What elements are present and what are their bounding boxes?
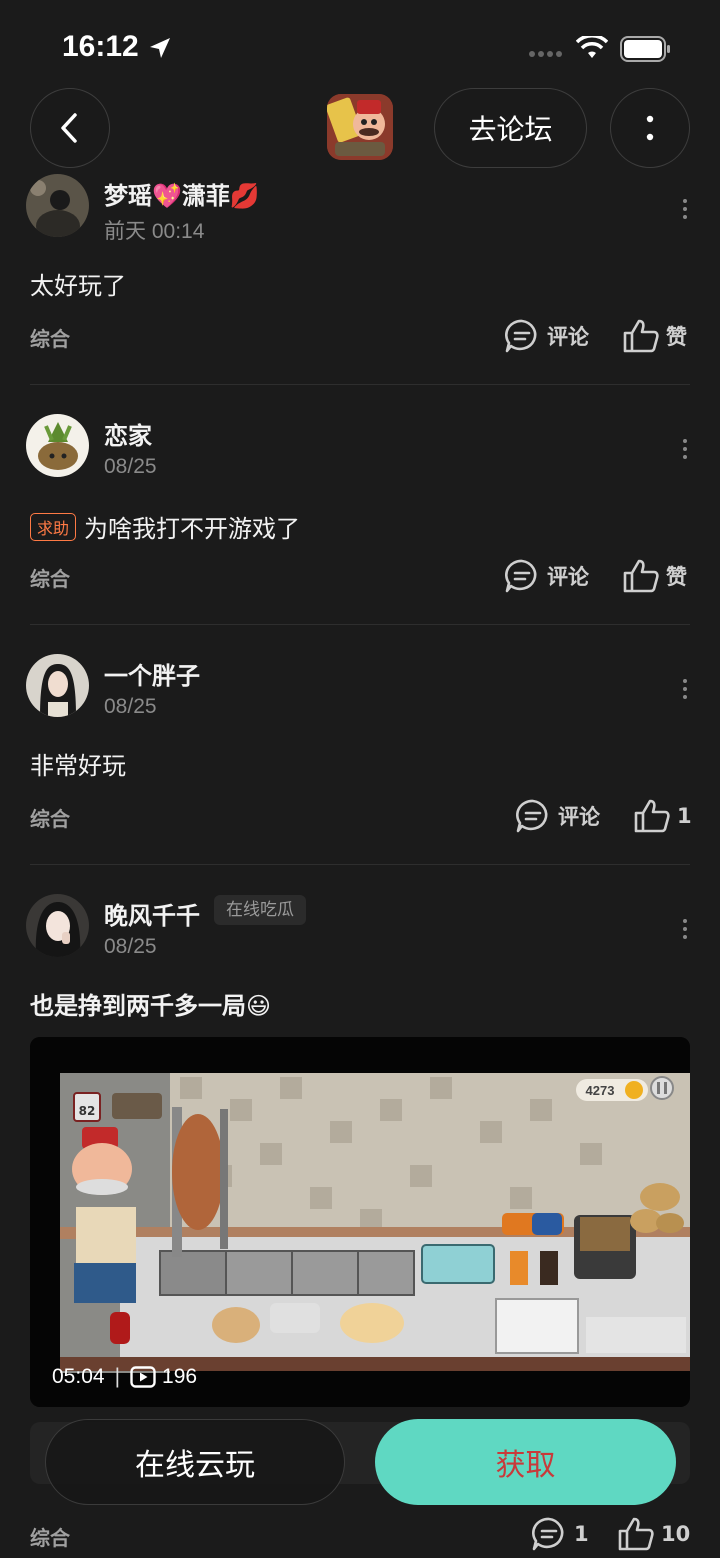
comment-icon bbox=[516, 799, 548, 833]
gameplay-thumbnail: 82 4273 bbox=[30, 1037, 690, 1407]
battery-icon bbox=[620, 36, 670, 62]
comment-label: 评论 bbox=[547, 325, 589, 349]
post-content: 求助 为啥我打不开游戏了 bbox=[30, 509, 300, 544]
post-time: 08/25 bbox=[104, 935, 157, 958]
comment-label: 评论 bbox=[558, 805, 600, 829]
avatar[interactable] bbox=[26, 414, 89, 477]
thumbs-up-icon bbox=[634, 799, 670, 833]
username[interactable]: 一个胖子 bbox=[104, 656, 200, 691]
username[interactable]: 梦瑶💖潇菲💋 bbox=[104, 176, 260, 211]
status-time: 16:12 bbox=[62, 30, 139, 63]
post-content: 太好玩了 bbox=[30, 272, 126, 300]
username[interactable]: 晚风千千 bbox=[104, 896, 200, 931]
more-vertical-icon bbox=[646, 115, 654, 141]
cellular-signal-icon bbox=[529, 51, 562, 57]
help-tag: 求助 bbox=[30, 513, 77, 541]
chevron-left-icon bbox=[61, 113, 77, 143]
cloud-play-button[interactable]: 在线云玩 bbox=[45, 1419, 345, 1505]
thumbs-up-icon bbox=[623, 319, 659, 353]
divider bbox=[30, 864, 690, 865]
comment-button[interactable]: 评论 bbox=[503, 558, 589, 594]
post-menu-icon[interactable] bbox=[680, 437, 690, 461]
like-count: 1 bbox=[677, 804, 692, 828]
like-button[interactable]: 1 bbox=[633, 798, 692, 834]
comment-icon bbox=[505, 559, 537, 593]
comment-label: 评论 bbox=[547, 565, 589, 589]
post-category: 综合 bbox=[30, 1526, 70, 1550]
thumbs-up-icon bbox=[623, 559, 659, 593]
avatar[interactable] bbox=[26, 894, 89, 957]
comment-icon bbox=[532, 1517, 564, 1551]
post-menu-icon[interactable] bbox=[680, 197, 690, 221]
post-category: 综合 bbox=[30, 807, 70, 831]
post-category: 综合 bbox=[30, 567, 70, 591]
video-stats: 05:04 | 196 bbox=[52, 1365, 197, 1389]
like-button[interactable]: 赞 bbox=[622, 558, 687, 594]
back-button[interactable] bbox=[30, 88, 110, 168]
username[interactable]: 恋家 bbox=[104, 416, 152, 451]
post-time: 08/25 bbox=[104, 455, 157, 478]
divider bbox=[30, 384, 690, 385]
play-count: 196 bbox=[162, 1365, 198, 1388]
coin-count: 4273 bbox=[586, 1083, 615, 1098]
location-arrow-icon bbox=[150, 38, 170, 58]
play-count-icon bbox=[130, 1366, 156, 1388]
go-to-forum-button[interactable]: 去论坛 bbox=[434, 88, 587, 168]
post-menu-icon[interactable] bbox=[680, 677, 690, 701]
post-content: 非常好玩 bbox=[30, 752, 126, 780]
post-time: 08/25 bbox=[104, 695, 157, 718]
game-mascot-icon bbox=[327, 94, 393, 160]
like-button[interactable]: 10 bbox=[617, 1516, 690, 1552]
user-badge: 在线吃瓜 bbox=[214, 895, 306, 925]
comment-icon bbox=[505, 319, 537, 353]
post-time: 前天 00:14 bbox=[104, 220, 205, 243]
status-bar: 16:12 bbox=[0, 0, 720, 90]
day-counter: 82 bbox=[79, 1104, 96, 1118]
game-icon[interactable] bbox=[327, 94, 393, 160]
like-button[interactable]: 赞 bbox=[622, 318, 687, 354]
post-menu-icon[interactable] bbox=[680, 917, 690, 941]
like-count: 10 bbox=[661, 1522, 691, 1546]
like-label: 赞 bbox=[666, 565, 687, 589]
more-options-button[interactable] bbox=[610, 88, 690, 168]
post-content: 也是挣到两千多一局😃 bbox=[30, 992, 272, 1020]
wifi-icon bbox=[576, 36, 608, 58]
avatar[interactable] bbox=[26, 654, 89, 717]
avatar[interactable] bbox=[26, 174, 89, 237]
top-navigation: 去论坛 bbox=[0, 86, 720, 170]
like-label: 赞 bbox=[666, 325, 687, 349]
stats-separator: | bbox=[114, 1365, 121, 1388]
get-game-button[interactable]: 获取 bbox=[375, 1419, 676, 1505]
video-player[interactable]: 82 4273 05:04 | 196 bbox=[30, 1037, 690, 1407]
comment-button[interactable]: 评论 bbox=[503, 318, 589, 354]
post-text: 为啥我打不开游戏了 bbox=[84, 515, 301, 543]
comment-button[interactable]: 评论 bbox=[514, 798, 600, 834]
post-category: 综合 bbox=[30, 327, 70, 351]
comment-count: 1 bbox=[574, 1522, 589, 1546]
divider bbox=[30, 624, 690, 625]
thumbs-up-icon bbox=[618, 1517, 654, 1551]
video-duration: 05:04 bbox=[52, 1365, 105, 1388]
comment-button[interactable]: 1 bbox=[530, 1516, 589, 1552]
